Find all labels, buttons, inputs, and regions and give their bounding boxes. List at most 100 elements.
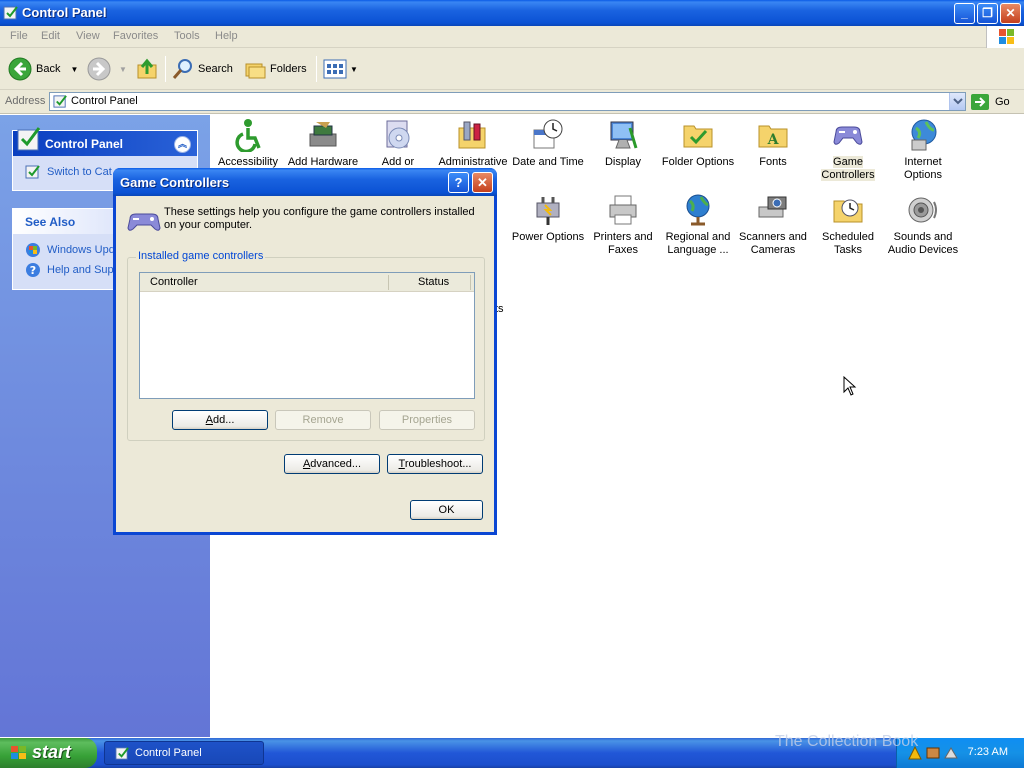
forward-button[interactable]: ▼: [87, 57, 127, 81]
views-dropdown-icon[interactable]: ▼: [350, 65, 358, 74]
admin-tools-icon: [458, 121, 486, 149]
menu-help[interactable]: Help: [215, 30, 238, 42]
status-column-header[interactable]: Status: [418, 276, 449, 288]
close-button[interactable]: ✕: [1000, 3, 1021, 24]
address-label: Address: [5, 95, 46, 107]
go-button[interactable]: Go: [970, 93, 1010, 111]
watermark-text: The Collection Book: [775, 733, 919, 750]
toolbar: Back ▼ ▼ Search Folders ▼: [0, 48, 1024, 90]
control-panel-icon: [115, 747, 129, 760]
svg-text:?: ?: [30, 264, 36, 277]
add-hardware-item[interactable]: Add Hardware: [285, 118, 361, 169]
advanced-button[interactable]: Advanced...: [284, 454, 380, 474]
controller-column-header[interactable]: Controller: [150, 276, 198, 288]
taskbar-control-panel-button[interactable]: Control Panel: [104, 741, 264, 765]
menu-bar: File Edit View Favorites Tools Help: [0, 26, 1024, 48]
menu-edit[interactable]: Edit: [41, 30, 60, 42]
game-controllers-icon: [833, 126, 863, 145]
address-value: Control Panel: [71, 95, 138, 107]
group-title: Installed game controllers: [136, 250, 266, 262]
internet-options-icon: [911, 119, 937, 151]
scheduled-tasks-icon: [833, 199, 863, 223]
date-and-time-item[interactable]: Date and Time: [510, 118, 586, 169]
power-options-icon: [536, 197, 560, 225]
fonts-icon: A: [758, 125, 788, 148]
help-button[interactable]: ?: [448, 172, 469, 193]
dialog-close-button[interactable]: ✕: [472, 172, 493, 193]
back-dropdown-icon[interactable]: ▼: [70, 65, 78, 74]
scanners-icon: [758, 196, 787, 218]
display-icon: [610, 121, 638, 149]
date-time-icon: [533, 119, 563, 149]
sounds-icon: [908, 197, 937, 223]
scheduled-tasks-item[interactable]: Scheduled Tasks: [810, 193, 886, 257]
control-panel-large-icon: [17, 127, 41, 151]
window-title: Control Panel: [22, 5, 107, 20]
sounds-and-audio-devices-item[interactable]: Sounds and Audio Devices: [885, 193, 961, 257]
ok-button[interactable]: OK: [410, 500, 483, 520]
control-panel-icon: [3, 6, 18, 20]
menu-favorites[interactable]: Favorites: [113, 30, 158, 42]
help-icon: ?: [26, 263, 40, 277]
accessibility-item[interactable]: Accessibility: [210, 118, 286, 169]
minimize-button[interactable]: _: [954, 3, 975, 24]
administrative-tools-item[interactable]: Administrative: [435, 118, 511, 169]
views-button[interactable]: ▼: [323, 57, 358, 81]
column-divider[interactable]: [470, 275, 471, 290]
column-divider[interactable]: [388, 275, 389, 290]
dialog-titlebar: Game Controllers ? ✕: [113, 168, 497, 196]
list-header: Controller Status: [140, 273, 474, 292]
collapse-icon[interactable]: ︽: [174, 136, 191, 153]
add-button[interactable]: Add...: [172, 410, 268, 430]
go-arrow-icon: [971, 94, 989, 110]
address-bar: Address Control Panel Go: [0, 90, 1024, 114]
printers-icon: [609, 195, 637, 225]
window-titlebar: Control Panel _ ❐ ✕: [0, 0, 1024, 26]
menu-view[interactable]: View: [76, 30, 100, 42]
windows-logo-icon: [986, 26, 1024, 48]
clock: 7:23 AM: [967, 746, 1008, 758]
add-remove-programs-icon: [386, 120, 410, 149]
switch-view-icon: [25, 165, 40, 179]
windows-flag-icon: [11, 746, 26, 759]
restore-button[interactable]: ❐: [977, 3, 998, 24]
properties-button: Properties: [379, 410, 475, 430]
svg-text:A: A: [767, 132, 780, 148]
control-panel-icon: [53, 95, 67, 108]
address-dropdown-button[interactable]: [949, 93, 965, 110]
search-icon: [172, 59, 192, 79]
forward-arrow-icon: [87, 57, 111, 81]
folder-options-icon: [683, 125, 713, 148]
troubleshoot-button[interactable]: Troubleshoot...: [387, 454, 483, 474]
add-remove-programs-item[interactable]: Add or: [360, 118, 436, 169]
display-item[interactable]: Display: [585, 118, 661, 169]
panel-header[interactable]: Control Panel ︽: [13, 127, 197, 156]
installed-controllers-group: Installed game controllers Controller St…: [127, 250, 485, 441]
dialog-description: These settings help you configure the ga…: [164, 206, 475, 231]
folders-button[interactable]: Folders: [244, 57, 307, 81]
forward-dropdown-icon: ▼: [119, 64, 127, 74]
menu-tools[interactable]: Tools: [174, 30, 200, 42]
search-button[interactable]: Search: [172, 57, 233, 81]
up-folder-button[interactable]: [135, 57, 159, 81]
start-button[interactable]: start: [0, 738, 97, 768]
internet-options-item[interactable]: Internet Options: [885, 118, 961, 182]
controllers-list[interactable]: Controller Status: [139, 272, 475, 399]
menu-file[interactable]: File: [10, 30, 28, 42]
game-controllers-item[interactable]: Game Controllers: [810, 118, 886, 182]
back-button[interactable]: Back ▼: [8, 57, 78, 81]
folder-options-item[interactable]: Folder Options: [660, 118, 736, 169]
power-options-item[interactable]: Power Options: [510, 193, 586, 244]
regional-and-language-item[interactable]: Regional and Language ...: [660, 193, 736, 257]
game-controller-icon: [127, 213, 161, 231]
fonts-item[interactable]: A Fonts: [735, 118, 811, 169]
dialog-title: Game Controllers: [120, 175, 230, 190]
printers-and-faxes-item[interactable]: Printers and Faxes: [585, 193, 661, 257]
chevron-down-icon: [953, 98, 963, 105]
scanners-and-cameras-item[interactable]: Scanners and Cameras: [735, 193, 811, 257]
toolbar-separator: [316, 56, 317, 82]
back-arrow-icon: [8, 57, 32, 81]
remove-button: Remove: [275, 410, 371, 430]
address-input[interactable]: Control Panel: [49, 92, 966, 111]
folders-icon: [245, 63, 266, 79]
